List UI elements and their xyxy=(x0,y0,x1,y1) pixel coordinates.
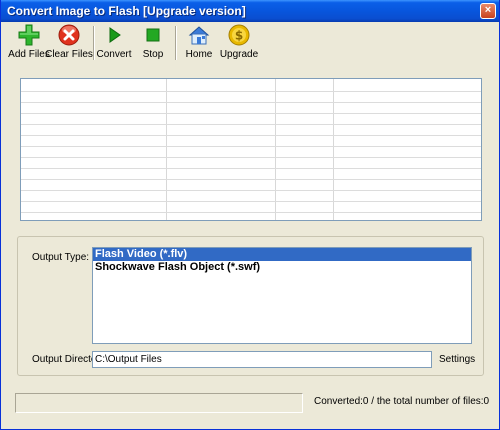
conversion-status-text: Converted:0 / the total number of files:… xyxy=(314,396,490,407)
convert-button[interactable]: Convert xyxy=(96,24,132,64)
add-plus-icon xyxy=(18,24,40,46)
output-type-list[interactable]: Flash Video (*.flv) Shockwave Flash Obje… xyxy=(92,247,472,344)
convert-label: Convert xyxy=(96,49,132,60)
home-label: Home xyxy=(185,49,213,60)
settings-button[interactable]: Settings xyxy=(439,354,475,365)
output-type-option-swf[interactable]: Shockwave Flash Object (*.swf) xyxy=(93,261,471,274)
table-row xyxy=(21,113,481,114)
table-row xyxy=(21,146,481,147)
table-row xyxy=(21,124,481,125)
clear-x-icon xyxy=(58,24,80,46)
home-button[interactable]: Home xyxy=(183,24,215,64)
clear-files-button[interactable]: Clear Files xyxy=(45,24,93,64)
output-type-option-flv[interactable]: Flash Video (*.flv) xyxy=(93,248,471,261)
table-row xyxy=(21,91,481,92)
table-row xyxy=(21,102,481,103)
close-button[interactable]: × xyxy=(480,3,496,19)
upgrade-button[interactable]: $ Upgrade xyxy=(219,24,259,64)
toolbar-separator xyxy=(175,26,177,60)
upgrade-label: Upgrade xyxy=(219,49,259,60)
app-window: Convert Image to Flash [Upgrade version]… xyxy=(0,0,500,430)
add-files-button[interactable]: Add Files xyxy=(8,24,50,64)
table-row xyxy=(21,168,481,169)
table-row xyxy=(21,212,481,213)
table-column-divider xyxy=(333,79,334,220)
conversion-progress-bar xyxy=(15,393,303,413)
table-row xyxy=(21,190,481,191)
window-title: Convert Image to Flash [Upgrade version] xyxy=(7,4,246,18)
clear-files-label: Clear Files xyxy=(45,49,93,60)
stop-label: Stop xyxy=(142,49,164,60)
toolbar-separator xyxy=(93,26,95,60)
output-options-group: Output Type: Flash Video (*.flv) Shockwa… xyxy=(17,236,484,376)
svg-text:$: $ xyxy=(235,29,243,43)
table-column-divider xyxy=(166,79,167,220)
stop-button[interactable]: Stop xyxy=(137,24,169,64)
output-type-label: Output Type: xyxy=(32,252,90,263)
table-column-divider xyxy=(275,79,276,220)
home-icon xyxy=(188,24,210,46)
output-directory-input[interactable] xyxy=(92,351,432,368)
table-row xyxy=(21,135,481,136)
toolbar: Add Files Clear Files Convert Stop Home … xyxy=(5,22,497,64)
play-icon xyxy=(103,24,125,46)
table-row xyxy=(21,179,481,180)
table-row xyxy=(21,201,481,202)
dollar-coin-icon: $ xyxy=(228,24,250,46)
file-list-table[interactable] xyxy=(20,78,482,221)
add-files-label: Add Files xyxy=(8,49,50,60)
table-row xyxy=(21,157,481,158)
title-bar[interactable]: Convert Image to Flash [Upgrade version]… xyxy=(1,0,499,22)
stop-icon xyxy=(142,24,164,46)
